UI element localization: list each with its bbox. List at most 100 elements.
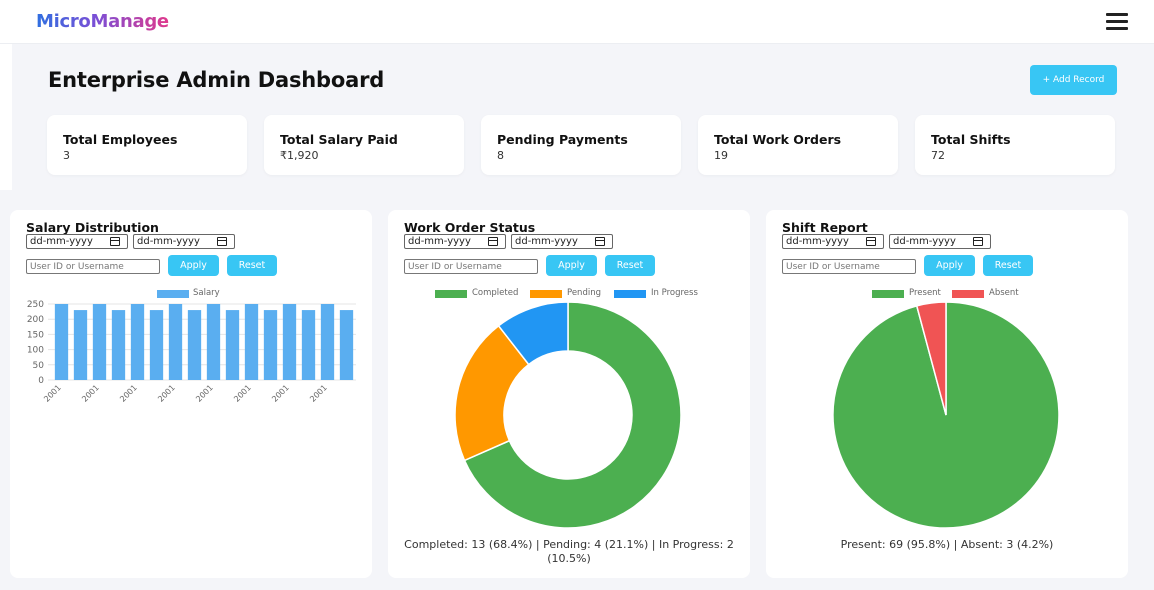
y-tick-label: 0 [38, 376, 44, 386]
x-tick-label: 2001 [194, 383, 215, 404]
shift-summary: Present: 69 (95.8%) | Absent: 3 (4.2%) [840, 538, 1054, 551]
salary-bar[interactable] [206, 304, 221, 380]
user-search-input[interactable] [782, 259, 916, 274]
salary-bar[interactable] [339, 310, 354, 380]
stat-label: Total Work Orders [714, 132, 842, 147]
admin-header-panel: Enterprise Admin Dashboard + Add Record … [12, 44, 1154, 190]
salary-bar[interactable] [54, 304, 69, 380]
calendar-icon[interactable] [110, 237, 120, 246]
stat-label: Pending Payments [497, 132, 628, 147]
stat-card-total-employees: Total Employees 3 [47, 115, 247, 175]
stat-label: Total Shifts [931, 132, 1011, 147]
start-date-input[interactable]: dd-mm-yyyy [782, 234, 884, 249]
legend-label: Absent [989, 288, 1019, 298]
salary-bar[interactable] [92, 304, 107, 380]
date-placeholder: dd-mm-yyyy [786, 236, 849, 247]
top-bar: MicroManage [0, 0, 1154, 44]
stat-value: 19 [714, 149, 728, 162]
work-order-status-panel: Work Order Status dd-mm-yyyy dd-mm-yyyy … [388, 210, 750, 578]
y-tick-label: 250 [27, 300, 44, 310]
reset-button[interactable]: Reset [605, 255, 655, 276]
legend-label: Completed [472, 288, 519, 298]
stat-value: ₹1,920 [280, 149, 319, 162]
calendar-icon[interactable] [488, 237, 498, 246]
work-order-donut-chart [454, 302, 682, 529]
user-search-input[interactable] [26, 259, 160, 274]
x-tick-label: 2001 [42, 383, 63, 404]
salary-bar[interactable] [244, 304, 259, 380]
apply-button[interactable]: Apply [546, 255, 597, 276]
start-date-input[interactable]: dd-mm-yyyy [404, 234, 506, 249]
legend-label: Present [909, 288, 941, 298]
y-tick-label: 50 [33, 361, 45, 371]
y-tick-label: 200 [27, 315, 44, 325]
reset-button[interactable]: Reset [983, 255, 1033, 276]
apply-button[interactable]: Apply [168, 255, 219, 276]
stat-card-total-work-orders: Total Work Orders 19 [698, 115, 898, 175]
x-tick-label: 2001 [118, 383, 139, 404]
panel-title: Shift Report [782, 220, 868, 235]
salary-bar[interactable] [225, 310, 240, 380]
legend-swatch [530, 290, 562, 298]
panel-title: Work Order Status [404, 220, 536, 235]
salary-bar[interactable] [111, 310, 126, 380]
user-search-input[interactable] [404, 259, 538, 274]
legend-swatch [435, 290, 467, 298]
salary-bar[interactable] [130, 304, 145, 380]
salary-bar[interactable] [73, 310, 88, 380]
legend-swatch [872, 290, 904, 298]
work-order-summary: Completed: 13 (68.4%) | Pending: 4 (21.1… [404, 538, 734, 565]
page-title: Enterprise Admin Dashboard [48, 68, 385, 92]
salary-bar[interactable] [282, 304, 297, 380]
end-date-input[interactable]: dd-mm-yyyy [511, 234, 613, 249]
shift-report-panel: Shift Report dd-mm-yyyy dd-mm-yyyy Apply… [766, 210, 1128, 578]
salary-bar-chart: 2502001501005002001 2001 2001 2001 2001 2001 2… [27, 300, 356, 404]
end-date-input[interactable]: dd-mm-yyyy [889, 234, 991, 249]
stat-value: 3 [63, 149, 70, 162]
salary-bar[interactable] [263, 310, 278, 380]
end-date-input[interactable]: dd-mm-yyyy [133, 234, 235, 249]
apply-button[interactable]: Apply [924, 255, 975, 276]
stat-card-total-salary-paid: Total Salary Paid ₹1,920 [264, 115, 464, 175]
x-tick-label: 2001 [308, 383, 329, 404]
chart-legend: Completed Pending In Progress [435, 288, 725, 300]
legend-label: Pending [567, 288, 601, 298]
calendar-icon[interactable] [973, 237, 983, 246]
brand-logo[interactable]: MicroManage [36, 11, 169, 32]
salary-bar[interactable] [301, 310, 316, 380]
date-placeholder: dd-mm-yyyy [515, 236, 578, 247]
reset-button[interactable]: Reset [227, 255, 277, 276]
x-tick-label: 2001 [80, 383, 101, 404]
stat-card-total-shifts: Total Shifts 72 [915, 115, 1115, 175]
salary-bar[interactable] [320, 304, 335, 380]
date-placeholder: dd-mm-yyyy [408, 236, 471, 247]
add-record-button[interactable]: + Add Record [1030, 65, 1117, 95]
stat-value: 8 [497, 149, 504, 162]
calendar-icon[interactable] [595, 237, 605, 246]
legend-swatch [614, 290, 646, 298]
shift-pie-chart [832, 302, 1060, 529]
y-tick-label: 100 [27, 346, 44, 356]
salary-bar[interactable] [149, 310, 164, 380]
stat-value: 72 [931, 149, 945, 162]
legend-swatch [952, 290, 984, 298]
chart-legend: Present Absent [872, 288, 1032, 300]
stat-label: Total Salary Paid [280, 132, 398, 147]
stat-card-pending-payments: Pending Payments 8 [481, 115, 681, 175]
x-tick-label: 2001 [232, 383, 253, 404]
stat-label: Total Employees [63, 132, 178, 147]
salary-bar[interactable] [187, 310, 202, 380]
date-placeholder: dd-mm-yyyy [137, 236, 200, 247]
start-date-input[interactable]: dd-mm-yyyy [26, 234, 128, 249]
calendar-icon[interactable] [217, 237, 227, 246]
menu-icon[interactable] [1106, 12, 1128, 30]
panel-title: Salary Distribution [26, 220, 159, 235]
y-tick-label: 150 [27, 330, 44, 340]
calendar-icon[interactable] [866, 237, 876, 246]
x-tick-label: 2001 [270, 383, 291, 404]
salary-bar[interactable] [168, 304, 183, 380]
date-placeholder: dd-mm-yyyy [893, 236, 956, 247]
x-tick-label: 2001 [156, 383, 177, 404]
date-placeholder: dd-mm-yyyy [30, 236, 93, 247]
salary-distribution-panel: Salary Distribution dd-mm-yyyy dd-mm-yyy… [10, 210, 372, 578]
